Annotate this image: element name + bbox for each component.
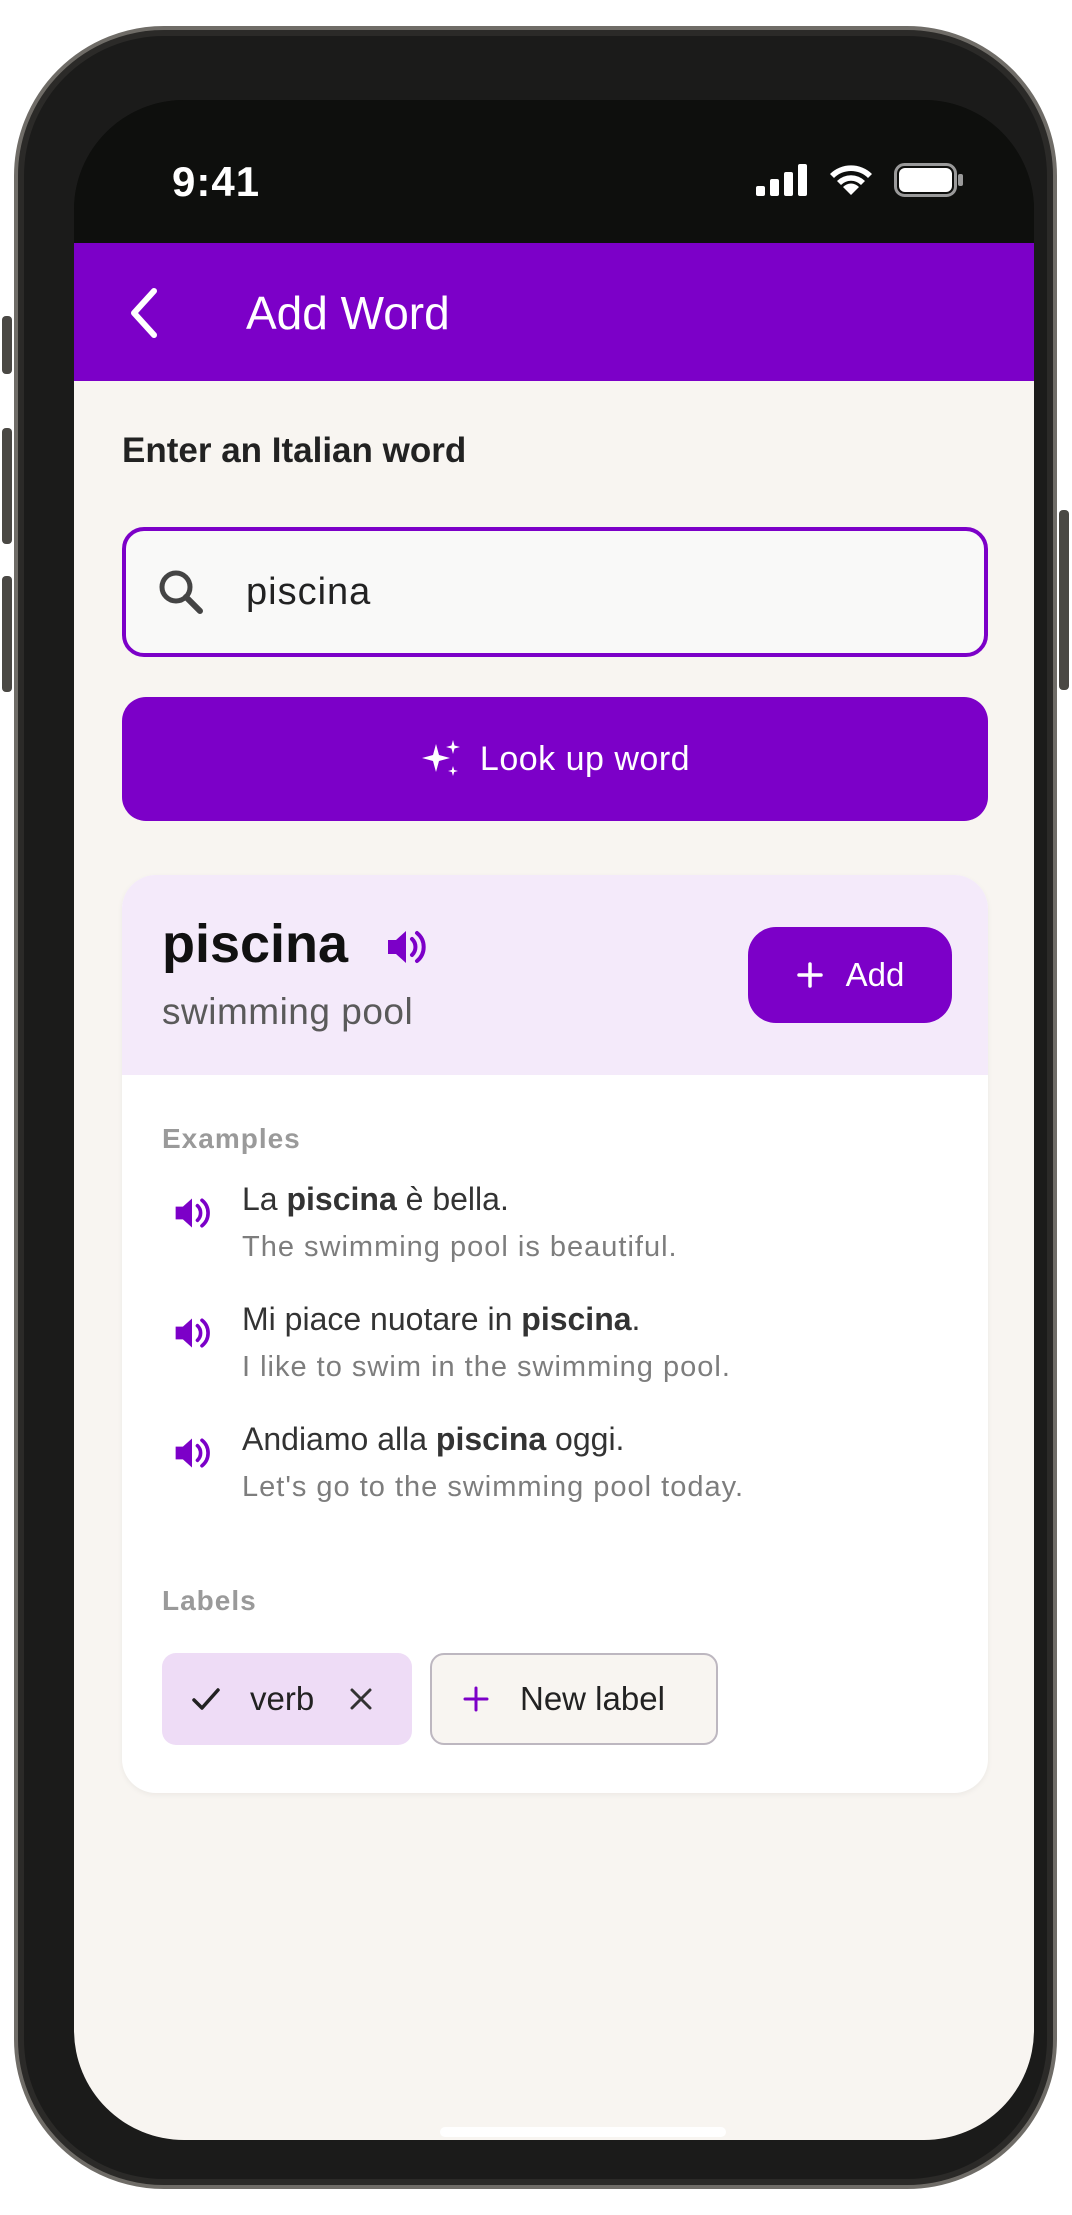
cellular-signal-icon xyxy=(756,164,807,196)
page-title: Add Word xyxy=(246,287,450,339)
speaker-icon[interactable] xyxy=(172,1313,212,1353)
speaker-icon[interactable] xyxy=(172,1193,212,1233)
content: Enter an Italian word Look up word xyxy=(74,381,1034,2140)
power-button xyxy=(1059,510,1069,690)
example-sentence: La piscina è bella. xyxy=(242,1181,509,1217)
silent-switch xyxy=(2,316,12,374)
example-translation: The swimming pool is beautiful. xyxy=(242,1231,678,1263)
search-input[interactable] xyxy=(244,551,964,633)
status-icons xyxy=(756,162,964,198)
example-sentence: Andiamo alla piscina oggi. xyxy=(242,1421,625,1457)
example-sentence: Mi piace nuotare in piscina. xyxy=(242,1301,641,1337)
app-bar: Add Word xyxy=(74,243,1034,381)
examples-heading: Examples xyxy=(162,1123,301,1154)
phone-frame: 9:41 Add Word Enter an Italian word pisc… xyxy=(2,26,1069,2189)
new-label-button[interactable]: New label xyxy=(430,1653,718,1745)
status-time: 9:41 xyxy=(172,158,261,205)
example-item: La piscina è bella. The swimming pool is… xyxy=(162,1181,962,1281)
new-label-text: New label xyxy=(520,1680,665,1717)
volume-down-button xyxy=(2,576,12,692)
wifi-icon xyxy=(830,165,872,195)
example-item: Andiamo alla piscina oggi. Let's go to t… xyxy=(162,1421,962,1521)
look-up-word-label: Look up word xyxy=(479,739,691,778)
example-translation: Let's go to the swimming pool today. xyxy=(242,1471,745,1503)
search-icon xyxy=(159,570,203,614)
example-item: Mi piace nuotare in piscina. I like to s… xyxy=(162,1301,962,1401)
back-button[interactable] xyxy=(114,283,174,343)
speaker-icon[interactable] xyxy=(172,1433,212,1473)
check-icon xyxy=(192,1688,220,1710)
look-up-word-button[interactable]: Look up word xyxy=(122,697,988,821)
search-box[interactable] xyxy=(122,527,988,657)
speaker-icon[interactable] xyxy=(384,925,428,969)
add-word-button[interactable]: Add xyxy=(748,927,952,1023)
battery-icon xyxy=(894,163,963,197)
chevron-left-icon xyxy=(131,288,157,338)
plus-icon xyxy=(796,962,823,988)
word-result-card: piscina swimming pool Add Examples La pi… xyxy=(122,875,988,1793)
status-bar: 9:41 xyxy=(74,100,1034,243)
close-icon[interactable] xyxy=(348,1686,374,1712)
word-header: piscina swimming pool Add xyxy=(122,875,988,1075)
word-title: piscina xyxy=(162,914,349,974)
labels-heading: Labels xyxy=(162,1585,257,1616)
example-translation: I like to swim in the swimming pool. xyxy=(242,1351,731,1383)
screen: 9:41 Add Word Enter an Italian word pisc… xyxy=(74,100,1034,2140)
search-prompt-label: Enter an Italian word xyxy=(122,431,467,470)
sparkle-icon xyxy=(421,740,460,776)
home-indicator xyxy=(440,2127,726,2137)
add-word-label: Add xyxy=(845,956,905,993)
label-chip-text: verb xyxy=(250,1680,315,1717)
plus-icon xyxy=(463,1686,489,1712)
volume-up-button xyxy=(2,428,12,544)
label-chip-verb[interactable]: verb xyxy=(162,1653,412,1745)
word-translation: swimming pool xyxy=(162,991,414,1032)
